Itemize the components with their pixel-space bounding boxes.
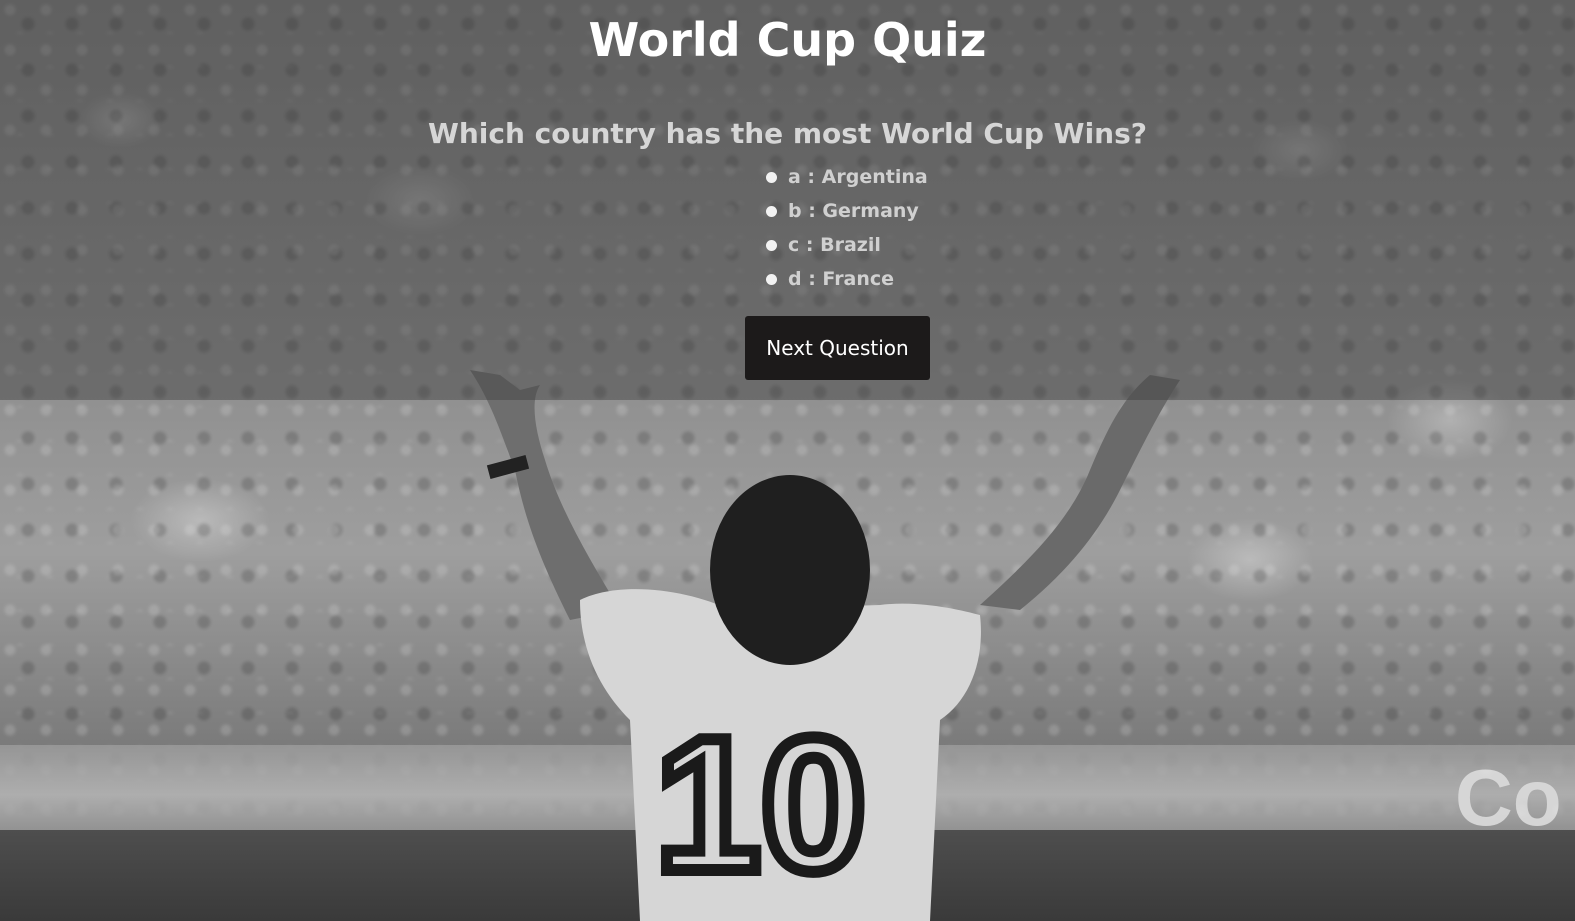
- player-head: [710, 475, 870, 665]
- bullet-icon: [766, 273, 777, 285]
- next-question-button[interactable]: Next Question: [745, 316, 930, 380]
- bullet-icon: [766, 239, 777, 251]
- hoarding-text: Co: [1455, 753, 1562, 842]
- answer-list: a : Argentina b : Germany c : Brazil d :…: [766, 160, 928, 296]
- answer-label: c : Brazil: [788, 234, 881, 256]
- answer-option-d[interactable]: d : France: [766, 262, 928, 296]
- jersey-number: 10: [655, 699, 866, 911]
- answer-option-b[interactable]: b : Germany: [766, 194, 928, 228]
- quiz-container: World Cup Quiz Which country has the mos…: [0, 0, 1575, 400]
- answer-option-a[interactable]: a : Argentina: [766, 160, 928, 194]
- answer-label: d : France: [788, 268, 895, 290]
- bullet-icon: [766, 171, 777, 183]
- page-title: World Cup Quiz: [588, 13, 987, 67]
- answer-label: a : Argentina: [788, 166, 928, 188]
- answer-option-c[interactable]: c : Brazil: [766, 228, 928, 262]
- bullet-icon: [766, 205, 777, 217]
- question-text: Which country has the most World Cup Win…: [427, 117, 1148, 150]
- player-figure: 10: [470, 370, 1180, 921]
- answer-label: b : Germany: [788, 200, 919, 222]
